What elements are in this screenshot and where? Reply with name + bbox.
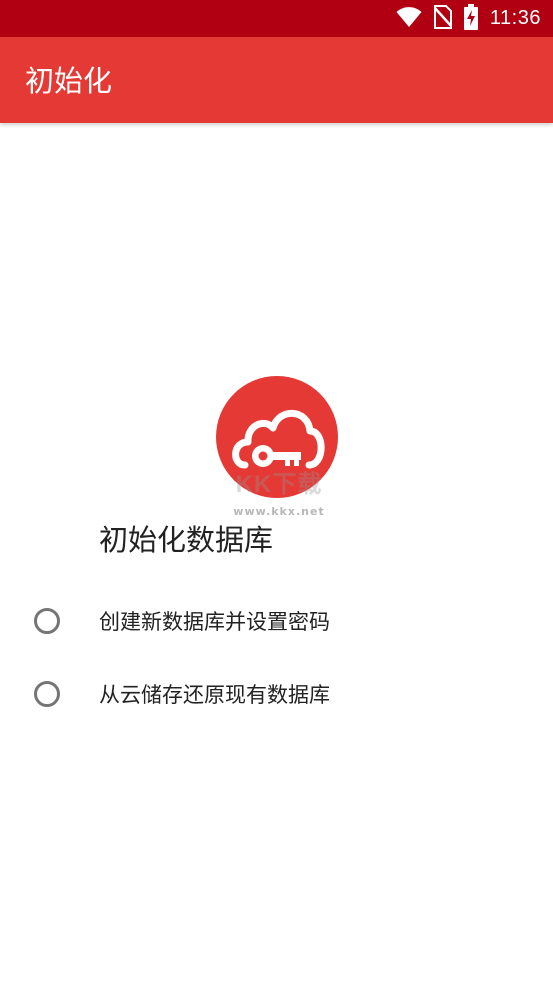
option-create-database[interactable]: 创建新数据库并设置密码: [30, 595, 510, 647]
watermark-main: KK下载: [235, 471, 323, 498]
status-icons: 11:36: [396, 0, 541, 37]
status-time: 11:36: [489, 7, 541, 29]
watermark: KK下载 www.kkx.net: [220, 470, 338, 525]
app-title: 初始化: [25, 64, 113, 98]
radio-create-database[interactable]: [34, 608, 60, 634]
app-bar: 初始化: [0, 37, 553, 123]
no-sim-icon: [432, 4, 453, 33]
option-restore-database[interactable]: 从云储存还原现有数据库: [30, 668, 510, 720]
radio-restore-database[interactable]: [34, 681, 60, 707]
status-bar: 11:36: [0, 0, 553, 37]
option-create-label: 创建新数据库并设置密码: [99, 610, 330, 634]
wifi-icon: [396, 6, 422, 32]
init-database-heading: 初始化数据库: [99, 523, 274, 557]
watermark-url: www.kkx.net: [233, 505, 325, 518]
battery-charging-icon: [463, 3, 478, 34]
option-restore-label: 从云储存还原现有数据库: [99, 683, 330, 707]
